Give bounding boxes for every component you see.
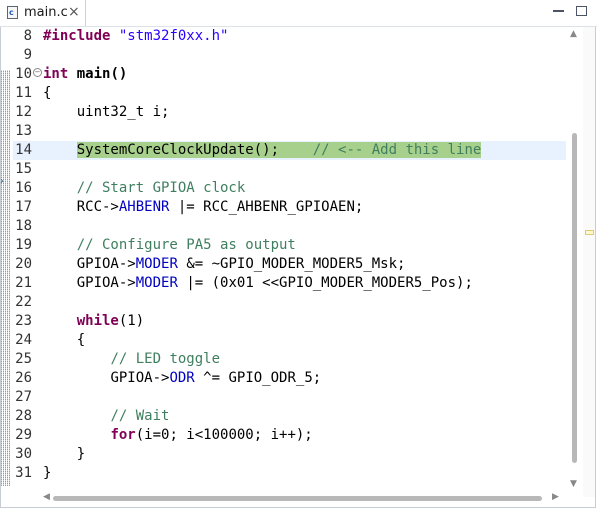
line-code: GPIOA->ODR ^= GPIO_ODR_5;	[110, 370, 322, 386]
maximize-icon[interactable]	[576, 6, 587, 16]
fold-toggle-icon[interactable]: −	[33, 68, 42, 77]
line-number: 29	[15, 427, 32, 443]
line-number: 31	[15, 465, 32, 481]
code-line: 22	[13, 293, 566, 312]
overview-ruler[interactable]	[583, 27, 595, 497]
tab-bar: c main.c ×	[0, 0, 597, 27]
scroll-up-icon[interactable]: ▲	[570, 29, 577, 39]
scroll-left-icon[interactable]: ◀	[43, 492, 50, 502]
line-number: 14	[15, 142, 32, 158]
code-line: 9	[13, 46, 566, 65]
line-number: 30	[15, 446, 32, 462]
horizontal-scrollbar[interactable]: ◀ ▶	[40, 492, 566, 506]
scroll-down-icon[interactable]: ▼	[570, 479, 577, 489]
line-code: {	[43, 85, 52, 101]
line-number: 21	[15, 275, 32, 291]
line-number: 19	[15, 237, 32, 253]
code-line: 27	[13, 388, 566, 407]
line-number: 8	[23, 28, 32, 44]
line-code: // Start GPIOA clock	[76, 180, 246, 196]
line-number: 10	[15, 66, 32, 82]
line-number: 20	[15, 256, 32, 272]
line-number: 18	[15, 218, 32, 234]
code-line: 30 }	[13, 445, 566, 464]
line-number: 15	[15, 161, 32, 177]
line-number: 17	[15, 199, 32, 215]
line-code: }	[43, 465, 52, 481]
change-gutter: ›	[0, 27, 13, 486]
code-line: 15	[13, 160, 566, 179]
code-line: 24 {	[13, 331, 566, 350]
code-line: 21 GPIOA->MODER |= (0x01 <<GPIO_MODER_MO…	[13, 274, 566, 293]
line-number: 23	[15, 313, 32, 329]
line-code: }	[76, 446, 86, 462]
line-number: 28	[15, 408, 32, 424]
line-number: 27	[15, 389, 32, 405]
line-code: SystemCoreClockUpdate(); // <-- Add this…	[76, 142, 482, 158]
minimize-icon[interactable]	[553, 6, 564, 12]
code-line: 12 uint32_t i;	[13, 103, 566, 122]
code-line: 11 {	[13, 84, 566, 103]
line-number: 22	[15, 294, 32, 310]
line-code: while(1)	[76, 313, 145, 329]
vertical-scrollbar[interactable]: ▲ ▼	[566, 27, 581, 494]
line-number: 12	[15, 104, 32, 120]
code-line: 23 while(1)	[13, 312, 566, 331]
line-number: 9	[23, 47, 32, 63]
current-line-indicator-icon: ›	[0, 176, 4, 187]
line-code: {	[76, 332, 86, 348]
line-code: RCC->AHBENR |= RCC_AHBENR_GPIOAEN;	[76, 199, 364, 215]
code-line: 26 GPIOA->ODR ^= GPIO_ODR_5;	[13, 369, 566, 388]
current-code-line: 14 SystemCoreClockUpdate(); // <-- Add t…	[13, 141, 566, 160]
vertical-scroll-thumb[interactable]	[572, 133, 577, 463]
line-code: int main()	[43, 66, 128, 82]
code-line: 25 // LED toggle	[13, 350, 566, 369]
tab-label: main.c	[24, 5, 68, 20]
line-code: // Configure PA5 as output	[76, 237, 296, 253]
code-line: 19 // Configure PA5 as output	[13, 236, 566, 255]
code-line: 28 // Wait	[13, 407, 566, 426]
change-marker	[1, 70, 11, 486]
scroll-right-icon[interactable]: ▶	[552, 492, 559, 502]
code-line: 13	[13, 122, 566, 141]
code-editor[interactable]: 8 #include "stm32f0xx.h" 9 10 − int main…	[13, 27, 566, 490]
line-code: #include "stm32f0xx.h"	[43, 28, 229, 44]
line-code: for(i=0; i<100000; i++);	[110, 427, 313, 443]
code-line: 31 }	[13, 464, 566, 483]
line-number: 13	[15, 123, 32, 139]
close-icon[interactable]: ×	[68, 4, 80, 20]
line-number: 16	[15, 180, 32, 196]
code-line: 8 #include "stm32f0xx.h"	[13, 27, 566, 46]
code-line: 16 // Start GPIOA clock	[13, 179, 566, 198]
code-line: 29 for(i=0; i<100000; i++);	[13, 426, 566, 445]
c-file-icon: c	[7, 6, 18, 19]
line-code: GPIOA->MODER |= (0x01 <<GPIO_MODER_MODER…	[76, 275, 473, 291]
line-code: // Wait	[110, 408, 170, 424]
line-code: GPIOA->MODER &= ~GPIO_MODER_MODER5_Msk;	[76, 256, 406, 272]
line-code: // LED toggle	[110, 351, 221, 367]
horizontal-scroll-thumb[interactable]	[53, 496, 542, 501]
code-line: 10 − int main()	[13, 65, 566, 84]
code-line: 20 GPIOA->MODER &= ~GPIO_MODER_MODER5_Ms…	[13, 255, 566, 274]
code-line: 18	[13, 217, 566, 236]
line-number: 26	[15, 370, 32, 386]
line-number: 24	[15, 332, 32, 348]
line-number: 11	[15, 85, 32, 101]
occurrence-marker[interactable]	[585, 230, 594, 235]
line-code: uint32_t i;	[76, 104, 170, 120]
line-number: 25	[15, 351, 32, 367]
tab-main-c[interactable]: c main.c ×	[0, 0, 86, 26]
code-line: 17 RCC->AHBENR |= RCC_AHBENR_GPIOAEN;	[13, 198, 566, 217]
